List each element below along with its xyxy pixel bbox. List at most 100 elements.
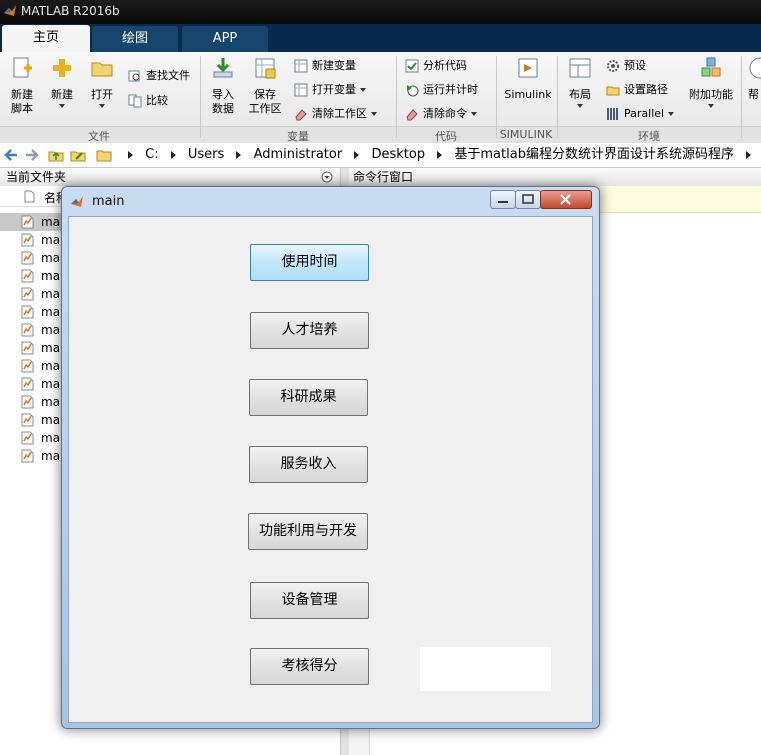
matlab-figure-file-icon — [21, 377, 34, 391]
layout-icon — [569, 58, 591, 78]
open-variable-button[interactable]: 打开变量 — [294, 80, 366, 100]
clear-commands-button[interactable]: 清除命令 — [405, 104, 477, 124]
eraser-icon — [406, 109, 418, 121]
addons-button[interactable]: 附加功能 — [686, 56, 736, 108]
preferences-button[interactable]: 预设 — [606, 56, 646, 76]
matlab-figure-file-icon — [21, 215, 34, 229]
addons-dropdown-icon[interactable] — [708, 104, 714, 108]
matlab-figure-file-icon — [21, 341, 34, 355]
service-income-button[interactable]: 服务收入 — [249, 446, 368, 483]
find-files-button[interactable]: 查找文件 — [128, 66, 190, 86]
panel-menu-icon[interactable] — [321, 171, 333, 183]
breadcrumb-item[interactable]: Administrator — [254, 143, 343, 167]
compare-label: 比较 — [146, 94, 168, 107]
save-workspace-button[interactable]: 保存 工作区 — [246, 56, 284, 116]
analyze-code-icon — [405, 59, 419, 73]
analyze-code-button[interactable]: 分析代码 — [405, 56, 467, 76]
folder-icon — [96, 150, 112, 162]
set-path-button[interactable]: 设置路径 — [606, 80, 668, 100]
compare-icon — [128, 94, 142, 108]
eraser-icon — [295, 109, 307, 121]
layout-button[interactable]: 布局 — [564, 56, 596, 108]
variable-group-label: 变量 — [287, 130, 309, 143]
help-label: 帮 — [748, 88, 759, 101]
matlab-logo-icon — [71, 196, 83, 207]
open-variable-icon — [294, 83, 308, 97]
breadcrumb-separator-icon — [437, 150, 443, 159]
tab-plots[interactable]: 绘图 — [92, 26, 178, 52]
clear-workspace-button[interactable]: 清除工作区 — [294, 104, 377, 124]
plus-icon — [53, 59, 71, 77]
simulink-button[interactable]: Simulink — [500, 56, 556, 102]
up-folder-icon[interactable] — [48, 147, 64, 163]
close-icon — [560, 194, 571, 205]
new-script-button[interactable]: 新建 脚本 — [4, 56, 40, 116]
close-button[interactable] — [540, 190, 592, 209]
function-development-button[interactable]: 功能利用与开发 — [248, 513, 368, 550]
open-variable-dropdown-icon[interactable] — [360, 88, 366, 92]
breadcrumb-item[interactable]: C: — [145, 143, 158, 167]
ribbon: 新建 脚本 新建 打开 查找文件 比较 文件 导入 数据 保存 工作区 新建变量 — [0, 52, 761, 143]
talent-training-button[interactable]: 人才培养 — [250, 312, 369, 349]
tab-strip: 主页 绘图 APP — [0, 24, 761, 52]
analyze-code-label: 分析代码 — [423, 59, 467, 72]
new-script-label: 新建 脚本 — [11, 88, 33, 115]
open-button[interactable]: 打开 — [86, 56, 118, 108]
clear-commands-dropdown-icon[interactable] — [471, 112, 477, 116]
current-folder-title: 当前文件夹 — [6, 170, 67, 184]
environment-group-label: 环境 — [638, 130, 660, 143]
new-script-icon — [13, 57, 32, 78]
clear-workspace-label: 清除工作区 — [312, 107, 367, 120]
new-variable-label: 新建变量 — [312, 59, 356, 72]
save-workspace-label: 保存 工作区 — [248, 88, 282, 115]
open-label: 打开 — [91, 88, 113, 101]
matlab-figure-file-icon — [21, 287, 34, 301]
usage-time-button[interactable]: 使用时间 — [250, 244, 369, 281]
minimize-button[interactable] — [490, 190, 516, 209]
matlab-figure-file-icon — [21, 323, 34, 337]
maximize-button[interactable] — [515, 190, 541, 209]
simulink-label: Simulink — [504, 88, 552, 101]
open-dropdown-icon[interactable] — [99, 104, 105, 108]
layout-dropdown-icon[interactable] — [577, 104, 583, 108]
ribbon-separator — [396, 56, 397, 138]
matlab-figure-file-icon — [21, 251, 34, 265]
matlab-figure-file-icon — [21, 449, 34, 463]
help-button[interactable]: 帮 — [746, 56, 761, 102]
gear-icon — [607, 60, 619, 72]
matlab-figure-file-icon — [21, 233, 34, 247]
breadcrumb-item[interactable]: Desktop — [371, 143, 425, 167]
new-button[interactable]: 新建 — [46, 56, 78, 108]
title-bar: MATLAB R2016b — [0, 0, 761, 24]
import-data-button[interactable]: 导入 数据 — [206, 56, 240, 116]
new-dropdown-icon[interactable] — [59, 104, 65, 108]
matlab-logo-icon — [4, 5, 16, 16]
compare-button[interactable]: 比较 — [128, 91, 168, 111]
addons-label: 附加功能 — [689, 88, 733, 101]
command-window-header: 命令行窗口 — [349, 168, 761, 187]
minimize-icon — [498, 201, 508, 203]
new-variable-button[interactable]: 新建变量 — [294, 56, 356, 76]
equipment-management-button[interactable]: 设备管理 — [250, 582, 369, 619]
assessment-score-button[interactable]: 考核得分 — [250, 648, 369, 685]
parallel-dropdown-icon[interactable] — [668, 112, 675, 116]
breadcrumb-item[interactable]: Users — [188, 143, 224, 167]
find-files-icon — [128, 70, 140, 82]
maximize-icon — [522, 194, 534, 204]
parallel-label: Parallel — [624, 107, 665, 120]
figure-title: main — [92, 194, 125, 209]
clear-workspace-dropdown-icon[interactable] — [371, 112, 377, 116]
run-and-time-button[interactable]: 运行并计时 — [405, 80, 478, 100]
find-files-label: 查找文件 — [146, 69, 190, 82]
breadcrumb-separator-icon — [354, 150, 360, 159]
breadcrumb-item[interactable]: 基于matlab编程分数统计界面设计系统源码程序 — [454, 143, 734, 167]
tab-apps[interactable]: APP — [182, 26, 268, 52]
tab-home[interactable]: 主页 — [2, 25, 90, 52]
parallel-icon — [607, 108, 618, 120]
browse-folder-icon[interactable] — [70, 147, 86, 163]
new-label: 新建 — [51, 88, 73, 101]
forward-arrow-icon[interactable] — [24, 147, 40, 163]
back-arrow-icon[interactable] — [3, 147, 19, 163]
research-results-button[interactable]: 科研成果 — [249, 379, 368, 416]
parallel-button[interactable]: Parallel — [606, 104, 675, 124]
